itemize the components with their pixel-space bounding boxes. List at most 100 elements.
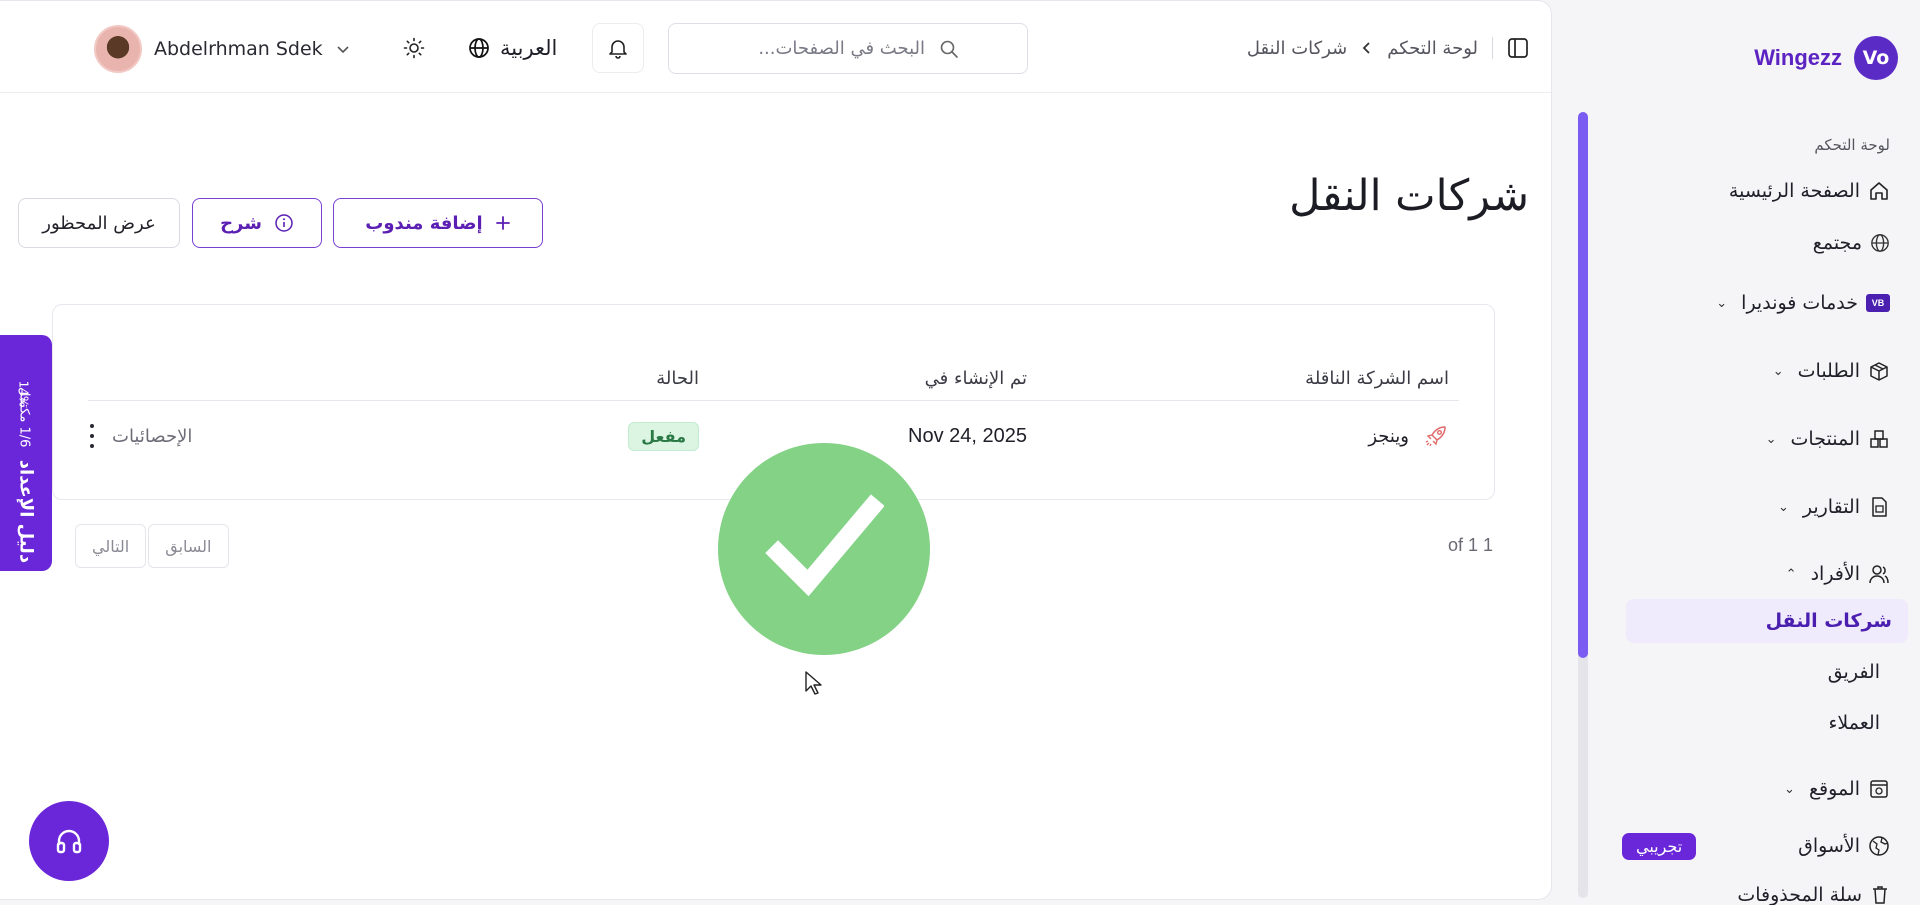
explain-label: شرح xyxy=(220,212,262,234)
more-options-icon[interactable] xyxy=(88,424,96,448)
avatar[interactable] xyxy=(94,25,142,73)
sun-icon xyxy=(403,37,425,59)
top-bar: Abdelrhman Sdek العربية البحث في الصفحات… xyxy=(0,1,1551,93)
headphones-icon xyxy=(53,825,85,857)
brand-logo: Vo xyxy=(1854,36,1898,80)
breadcrumb-current: شركات النقل xyxy=(1246,37,1348,59)
breadcrumb-divider xyxy=(1492,37,1493,59)
sidebar-item-website[interactable]: الموقع ⌄ xyxy=(1784,778,1890,800)
scrollbar-thumb[interactable] xyxy=(1578,112,1588,658)
chevron-left-icon xyxy=(1361,41,1373,55)
chevron-down-icon: ⌄ xyxy=(1716,295,1728,311)
add-courier-label: إضافة مندوب xyxy=(365,212,483,234)
sidebar-item-label: الصفحة الرئيسية xyxy=(1728,180,1860,202)
globe-icon xyxy=(1870,233,1890,253)
sidebar-item-community[interactable]: مجتمع xyxy=(1813,232,1890,254)
sidebar-item-label: الأسواق xyxy=(1798,835,1860,857)
panel-icon xyxy=(1507,37,1529,59)
user-menu[interactable]: Abdelrhman Sdek xyxy=(94,25,351,73)
chevron-down-icon: ⌄ xyxy=(1777,499,1789,515)
main-panel: Abdelrhman Sdek العربية البحث في الصفحات… xyxy=(0,0,1552,900)
sidebar: Vo Wingezz لوحة التحكم الصفحة الرئيسية م… xyxy=(1600,0,1920,905)
pagination: التالي السابق xyxy=(75,524,229,568)
sidebar-item-products[interactable]: المنتجات ⌄ xyxy=(1766,428,1890,450)
search-input[interactable]: البحث في الصفحات... xyxy=(668,23,1028,74)
column-header-name: اسم الشركة الناقلة xyxy=(1305,368,1449,389)
carrier-name-cell: وينجز xyxy=(1368,413,1449,459)
setup-guide-tab[interactable]: 14% دليل الإعداد 1/6 مكتمل xyxy=(0,335,52,571)
setup-guide-progress: 1/6 مكتمل xyxy=(16,386,32,448)
created-date: Nov 24, 2025 xyxy=(908,424,1027,447)
language-label: العربية xyxy=(500,36,558,60)
theme-toggle-button[interactable] xyxy=(398,32,430,64)
box-icon xyxy=(1868,360,1890,382)
sidebar-item-label: سلة المحذوفات xyxy=(1737,884,1862,905)
breadcrumb-root[interactable]: لوحة التحكم xyxy=(1387,38,1478,59)
sidebar-item-label: مجتمع xyxy=(1812,232,1862,254)
chevron-down-icon xyxy=(335,41,351,57)
statistics-link[interactable]: الإحصائيات xyxy=(112,426,192,447)
info-icon xyxy=(274,213,294,233)
website-icon xyxy=(1868,778,1890,800)
support-button[interactable] xyxy=(29,801,109,881)
next-page-button[interactable]: التالي xyxy=(75,524,147,568)
status-cell: مفعل xyxy=(628,413,699,459)
setup-guide-title: دليل الإعداد xyxy=(15,459,37,564)
people-icon xyxy=(1868,563,1890,585)
table-row[interactable]: وينجز Nov 24, 2025 مفعل الإحصائيات xyxy=(88,413,1459,459)
rocket-icon xyxy=(1423,423,1449,449)
sidebar-item-label: الموقع xyxy=(1808,778,1860,800)
brand[interactable]: Vo Wingezz xyxy=(1754,36,1898,80)
row-actions: الإحصائيات xyxy=(88,413,192,459)
chevron-up-icon: ⌃ xyxy=(1785,566,1797,582)
table-header: اسم الشركة الناقلة تم الإنشاء في الحالة xyxy=(88,357,1459,401)
home-icon xyxy=(1868,180,1890,202)
user-name: Abdelrhman Sdek xyxy=(154,38,323,60)
search-placeholder: البحث في الصفحات... xyxy=(758,38,925,59)
sidebar-item-home[interactable]: الصفحة الرئيسية xyxy=(1729,180,1890,202)
page-title: شركات النقل xyxy=(1289,171,1529,221)
reports-icon xyxy=(1868,496,1890,518)
trash-icon xyxy=(1870,884,1890,905)
products-icon xyxy=(1868,428,1890,450)
brand-name: Wingezz xyxy=(1754,45,1842,70)
chevron-down-icon: ⌄ xyxy=(1784,781,1795,797)
pagination-info: of 1 1 xyxy=(1448,535,1494,555)
chevron-down-icon: ⌄ xyxy=(1765,431,1777,447)
sidebar-item-customers[interactable]: العملاء xyxy=(1829,712,1881,734)
globe-icon xyxy=(468,37,490,59)
markets-icon xyxy=(1868,835,1890,857)
check-icon xyxy=(764,489,884,609)
vb-icon: VB xyxy=(1866,294,1890,312)
column-header-created: تم الإنشاء في xyxy=(924,368,1027,389)
sidebar-item-markets[interactable]: الأسواق xyxy=(1798,835,1890,857)
sidebar-item-trash[interactable]: سلة المحذوفات xyxy=(1737,884,1890,905)
show-blocked-button[interactable]: عرض المحظور xyxy=(18,198,180,248)
sidebar-item-vondera-services[interactable]: VB خدمات فونديرا ⌄ xyxy=(1716,292,1890,314)
mouse-cursor-icon xyxy=(804,670,824,696)
breadcrumb: لوحة التحكم شركات النقل xyxy=(1247,37,1493,59)
sidebar-item-label: خدمات فونديرا xyxy=(1741,292,1858,314)
previous-page-button[interactable]: السابق xyxy=(148,524,229,568)
carrier-name: وينجز xyxy=(1368,425,1409,447)
sidebar-item-label: الأفراد xyxy=(1810,563,1860,585)
notifications-button[interactable] xyxy=(592,23,644,73)
sidebar-item-orders[interactable]: الطلبات ⌄ xyxy=(1773,360,1890,382)
sidebar-item-label: الطلبات xyxy=(1797,360,1860,382)
status-badge: مفعل xyxy=(628,421,699,451)
sidebar-section-label: لوحة التحكم xyxy=(1814,136,1890,154)
plus-icon xyxy=(495,215,511,231)
search-icon xyxy=(939,39,959,59)
chevron-down-icon: ⌄ xyxy=(1772,363,1784,379)
sidebar-item-team[interactable]: الفريق xyxy=(1828,661,1880,683)
add-courier-button[interactable]: إضافة مندوب xyxy=(333,198,543,248)
column-header-status: الحالة xyxy=(656,368,699,389)
setup-guide-text: دليل الإعداد 1/6 مكتمل xyxy=(16,387,37,563)
sidebar-item-label: المنتجات xyxy=(1790,428,1860,450)
sidebar-item-carriers[interactable]: شركات النقل xyxy=(1626,599,1908,643)
explain-button[interactable]: شرح xyxy=(192,198,322,248)
sidebar-item-reports[interactable]: التقارير ⌄ xyxy=(1778,496,1890,518)
sidebar-item-people[interactable]: الأفراد ⌃ xyxy=(1786,563,1890,585)
sidebar-toggle-button[interactable] xyxy=(1507,37,1529,59)
language-button[interactable]: العربية xyxy=(468,31,557,65)
